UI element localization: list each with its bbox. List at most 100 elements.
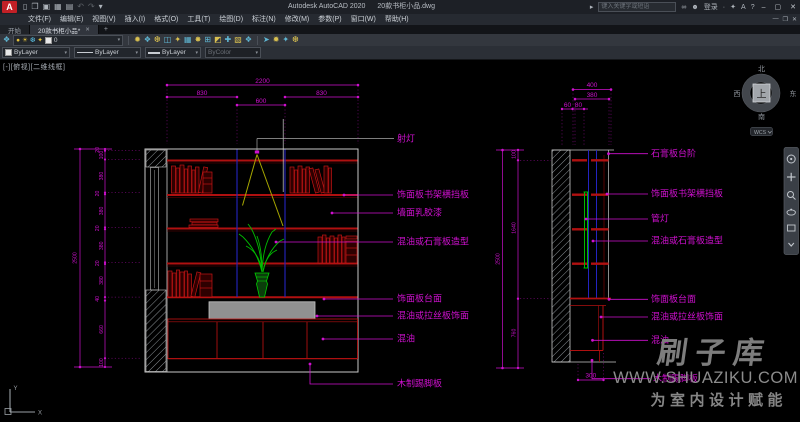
qat-dropdown-icon[interactable]: ▾ — [99, 0, 103, 14]
menu-modify[interactable]: 修改(M) — [281, 14, 314, 25]
chevron-down-icon[interactable]: ▾ — [135, 50, 138, 56]
titlebar-right: ▸ ∞ ☻ 登录 · ✦ A ? – ▢ ✕ — [590, 0, 798, 14]
svg-text:2500: 2500 — [73, 252, 79, 264]
menu-file[interactable]: 文件(F) — [24, 14, 55, 25]
doc-restore-icon[interactable]: ❐ — [783, 16, 788, 23]
viewcube[interactable]: 上 北 西 东 南 WCS — [734, 65, 797, 136]
layers-toolbar: ❖ ● ☀ ❆ ✦ 0 ▾ ✹ ❖ ❆ ◫ ✦ ▦ ✸ ⊞ ◩ ✚ ▧ ❖ ➤ … — [0, 34, 800, 46]
section-view — [552, 150, 616, 362]
svg-text:20: 20 — [95, 225, 101, 231]
search-binoculars-icon[interactable]: ∞ — [681, 4, 686, 11]
layer-tool-icon[interactable]: ✦ — [174, 34, 181, 46]
layer-select[interactable]: ● ☀ ❆ ✦ 0 ▾ — [13, 35, 123, 46]
print-icon[interactable]: ▤ — [66, 0, 74, 14]
layer-thaw-icon[interactable]: ☀ — [22, 36, 28, 45]
layer-tool-icon[interactable]: ❖ — [245, 34, 252, 46]
layer-freeze-icon[interactable]: ❆ — [30, 36, 35, 45]
svg-text:饰面板台面: 饰面板台面 — [651, 293, 696, 304]
layer-tool-icon[interactable]: ◩ — [214, 34, 222, 46]
viewport-controls[interactable]: [-][俯视][二维线框] — [3, 62, 66, 72]
autocad-logo-icon[interactable]: A — [2, 1, 17, 13]
svg-text:2200: 2200 — [255, 78, 270, 85]
menu-draw[interactable]: 绘图(D) — [215, 14, 247, 25]
svg-text:600: 600 — [256, 98, 267, 105]
layer-tool-icon[interactable]: ❖ — [144, 34, 151, 46]
layer-color-swatch — [45, 37, 52, 44]
tab-close-icon[interactable]: ✕ — [85, 27, 90, 33]
menu-edit[interactable]: 编辑(E) — [56, 14, 87, 25]
svg-text:60: 60 — [564, 102, 572, 109]
model-space: 2200 830 600 830 2500 20 100 380 20 380 … — [0, 60, 800, 422]
undo-icon[interactable]: ↶ — [77, 0, 84, 14]
layer-properties-icon[interactable]: ❖ — [3, 34, 10, 46]
svg-text:380: 380 — [99, 276, 105, 285]
chevron-down-icon[interactable]: ▾ — [195, 50, 198, 56]
plotstyle-value: ByColor — [208, 49, 231, 56]
open-file-icon[interactable]: ❒ — [31, 0, 38, 14]
layer-tool-icon[interactable]: ❆ — [154, 34, 161, 46]
layer-tool-icon[interactable]: ⊞ — [204, 34, 211, 46]
close-button[interactable]: ✕ — [788, 3, 798, 11]
menu-help[interactable]: 帮助(H) — [381, 14, 413, 25]
linetype-select[interactable]: ByLayer ▾ — [74, 47, 141, 58]
menu-dimension[interactable]: 标注(N) — [248, 14, 280, 25]
minimize-button[interactable]: – — [760, 4, 768, 11]
tab-drawing[interactable]: 20款书柜小品* ✕ — [30, 25, 99, 34]
svg-text:380: 380 — [587, 92, 598, 99]
new-tab-button[interactable]: + — [99, 25, 113, 34]
svg-text:混油或石膏板造型: 混油或石膏板造型 — [651, 235, 723, 246]
svg-text:射灯: 射灯 — [397, 132, 415, 143]
layer-tool-icon[interactable]: ➤ — [263, 34, 270, 46]
user-icon[interactable]: ☻ — [691, 4, 698, 11]
chevron-down-icon[interactable]: ▾ — [64, 50, 67, 56]
tab-start[interactable]: 开始 — [0, 25, 30, 34]
svg-text:20: 20 — [95, 260, 101, 266]
svg-text:400: 400 — [587, 82, 598, 89]
menu-format[interactable]: 格式(O) — [150, 14, 182, 25]
layer-tool-icon[interactable]: ❆ — [292, 34, 299, 46]
save-icon[interactable]: ▣ — [43, 0, 51, 14]
navigation-bar[interactable] — [784, 148, 799, 255]
search-input[interactable] — [598, 2, 676, 12]
layer-tool-icon[interactable]: ✹ — [134, 34, 141, 46]
vase — [255, 273, 269, 297]
layer-tool-icon[interactable]: ▧ — [234, 34, 242, 46]
menu-parametric[interactable]: 参数(P) — [314, 14, 345, 25]
lineweight-select[interactable]: ByLayer ▾ — [145, 47, 201, 58]
redo-icon[interactable]: ↷ — [88, 0, 95, 14]
svg-text:20: 20 — [95, 191, 101, 197]
new-file-icon[interactable]: ▯ — [23, 0, 27, 14]
layer-tool-icon[interactable]: ▦ — [184, 34, 192, 46]
save-as-icon[interactable]: ▦ — [54, 0, 62, 14]
doc-minimize-icon[interactable]: — — [773, 16, 779, 23]
sign-in-label[interactable]: 登录 — [704, 2, 718, 12]
menu-insert[interactable]: 插入(I) — [121, 14, 150, 25]
menu-view[interactable]: 视图(V) — [88, 14, 119, 25]
color-select[interactable]: ByLayer ▾ — [2, 47, 70, 58]
svg-text:830: 830 — [197, 90, 208, 97]
color-value: ByLayer — [14, 49, 38, 56]
help-icon[interactable]: ? — [751, 4, 755, 11]
layer-on-icon[interactable]: ● — [16, 36, 20, 45]
linetype-value: ByLayer — [95, 49, 119, 56]
svg-text:饰面板书架横挡板: 饰面板书架横挡板 — [651, 188, 723, 199]
layer-lock-icon[interactable]: ✦ — [37, 36, 42, 45]
drawing-canvas[interactable]: [-][俯视][二维线框] — [0, 60, 800, 422]
menu-tools[interactable]: 工具(T) — [183, 14, 214, 25]
plotstyle-select[interactable]: ByColor ▾ — [205, 47, 261, 58]
svg-text:660: 660 — [99, 325, 105, 334]
layer-tool-icon[interactable]: ✸ — [195, 34, 202, 46]
layer-tool-icon[interactable]: ✦ — [282, 34, 289, 46]
lineweight-sample — [148, 52, 160, 54]
menu-window[interactable]: 窗口(W) — [347, 14, 380, 25]
elevation-view — [145, 119, 394, 372]
layer-tool-icon[interactable]: ✚ — [225, 34, 232, 46]
search-caret-icon[interactable]: ▸ — [590, 3, 594, 11]
chevron-down-icon[interactable]: ▾ — [118, 37, 121, 43]
app-store-icon[interactable]: ✦ — [730, 3, 736, 11]
restore-button[interactable]: ▢ — [773, 3, 784, 11]
doc-close-icon[interactable]: ✕ — [792, 16, 797, 23]
layer-tool-icon[interactable]: ◫ — [164, 34, 172, 46]
exchange-apps-icon[interactable]: A — [741, 4, 746, 11]
layer-tool-icon[interactable]: ✹ — [273, 34, 280, 46]
